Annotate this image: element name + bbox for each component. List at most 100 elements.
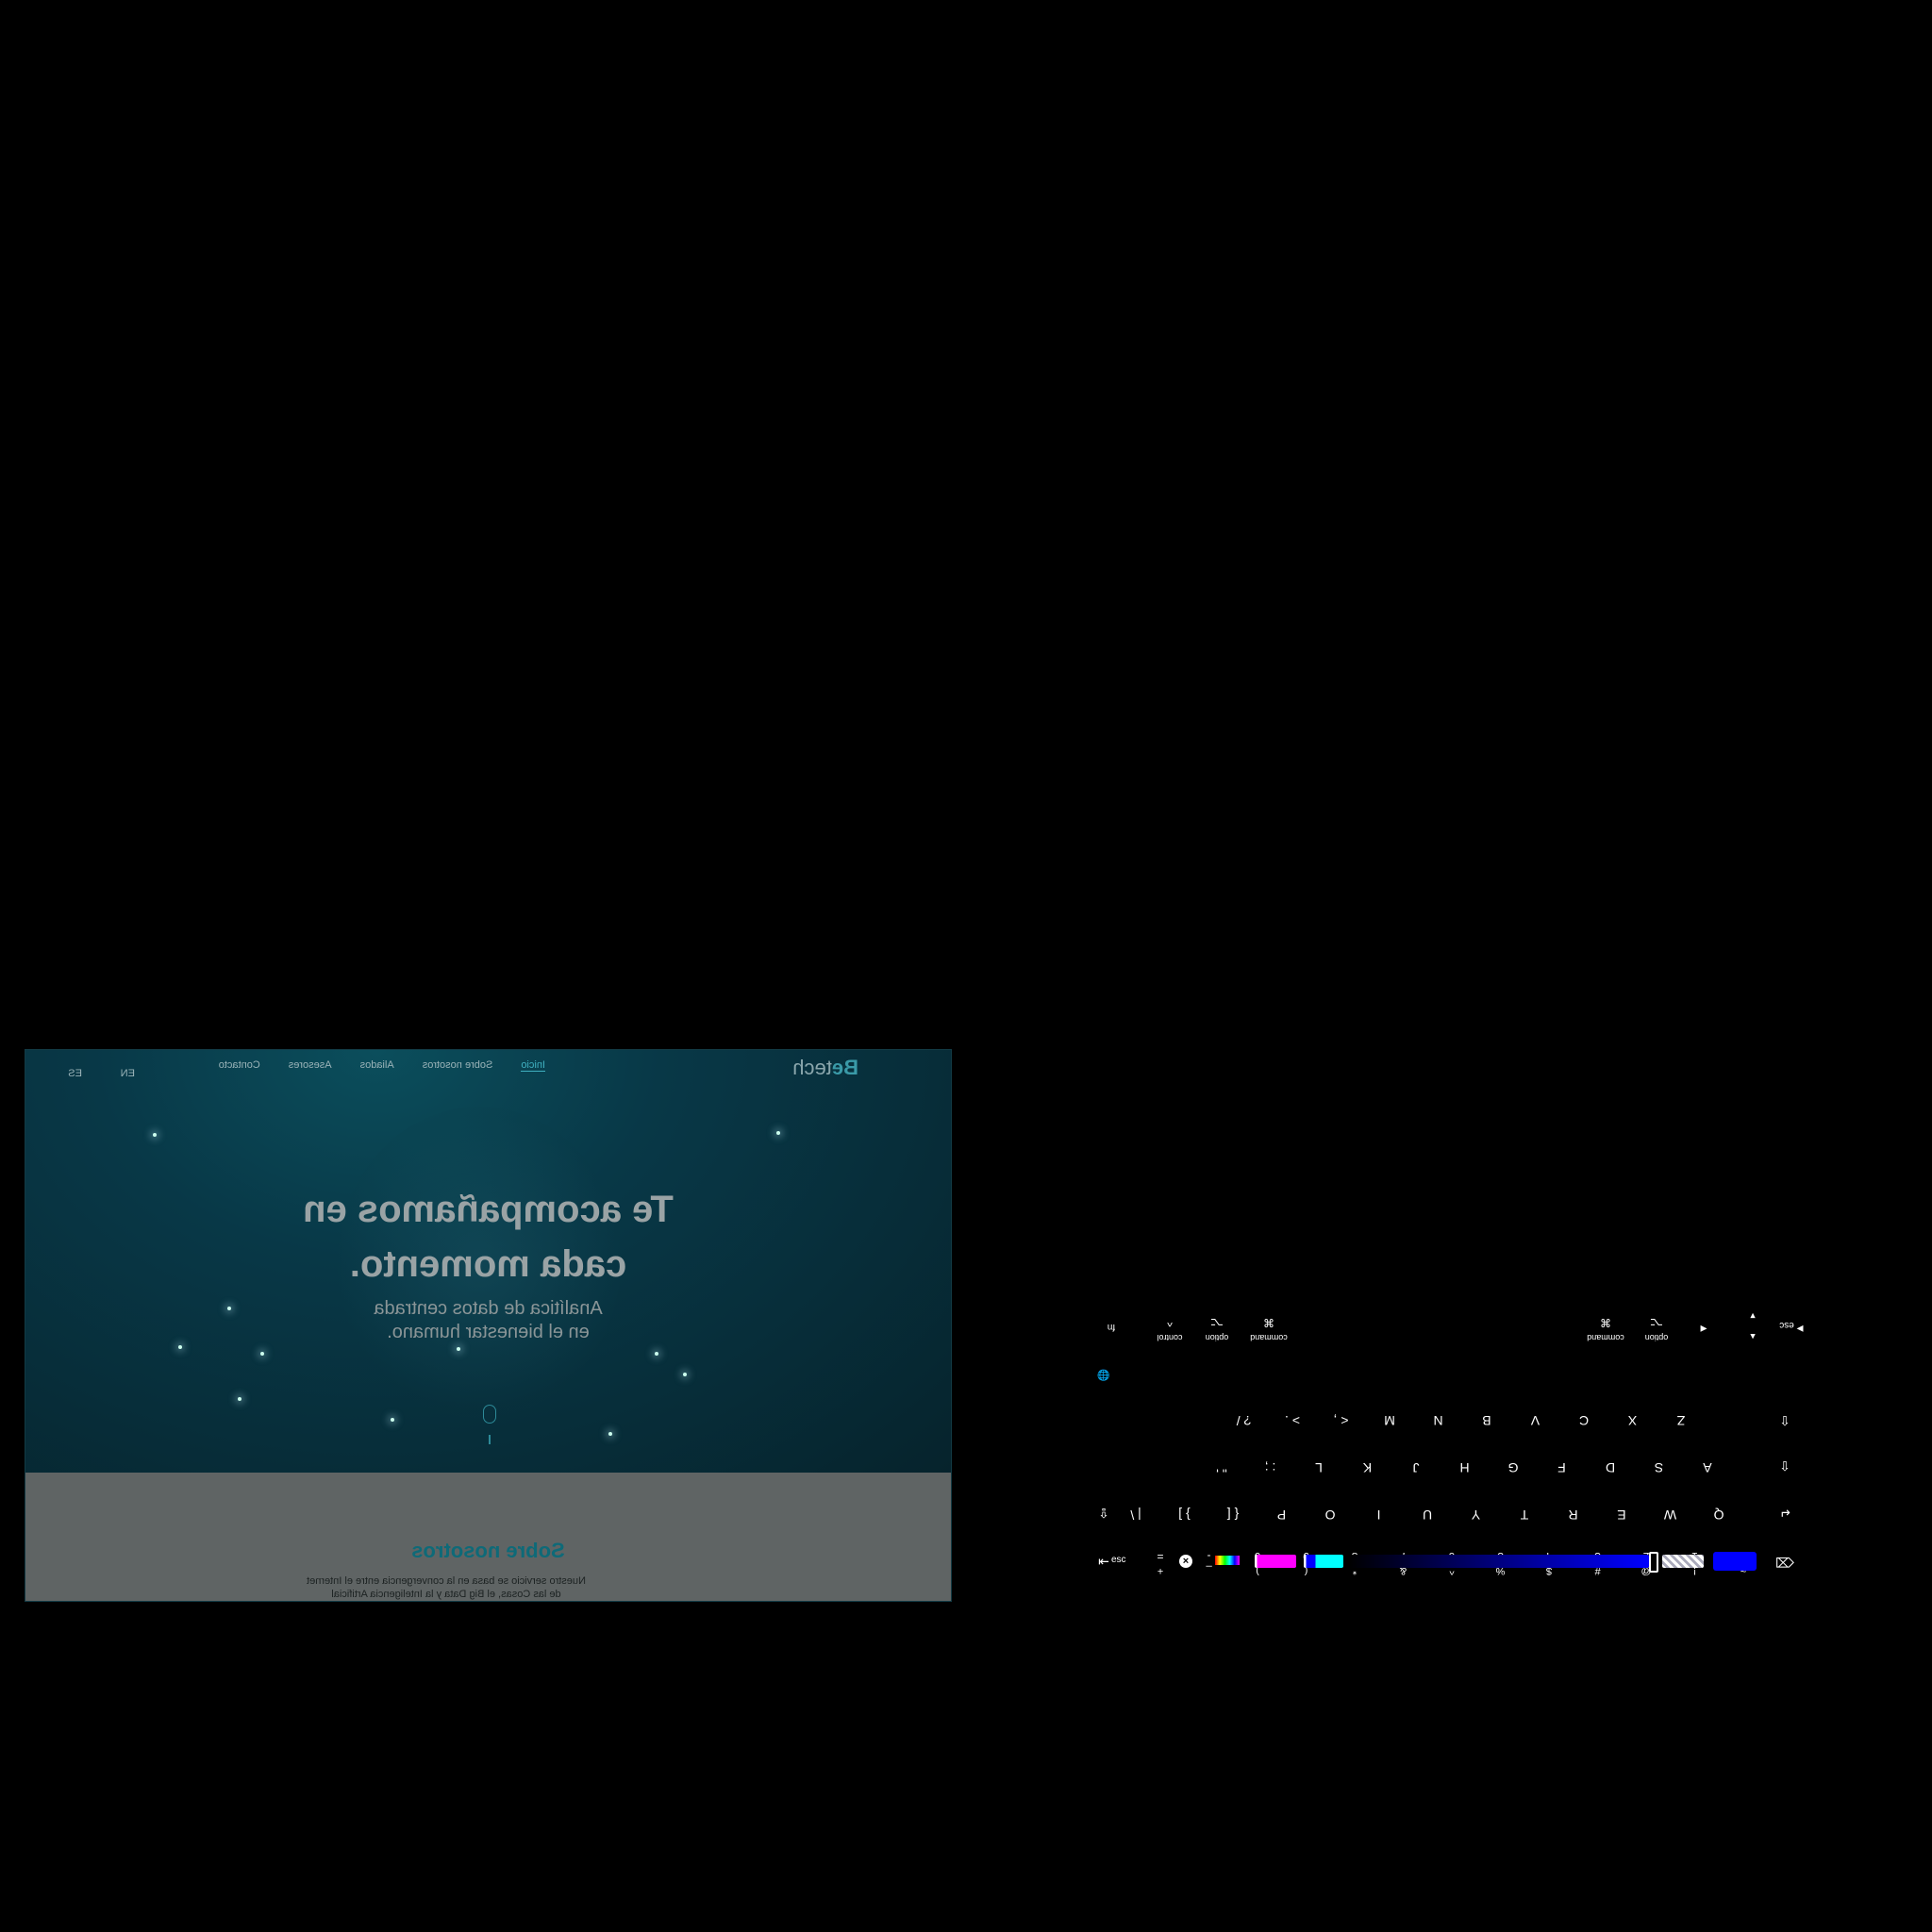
key-label: : ;: [1264, 1460, 1276, 1475]
nav-inicio[interactable]: Inicio: [521, 1059, 545, 1072]
star-decoration: [238, 1397, 242, 1401]
control-key[interactable]: control ^: [1151, 1308, 1189, 1344]
arrow-down-key[interactable]: ▼: [1734, 1295, 1772, 1331]
key-B[interactable]: B: [1468, 1403, 1506, 1439]
key-label: U: [1422, 1507, 1433, 1523]
key-T[interactable]: T: [1506, 1497, 1543, 1533]
globe-key[interactable]: 🌐: [1085, 1356, 1123, 1391]
key-label: < ,: [1333, 1413, 1349, 1428]
option-left-key[interactable]: option ⌥: [1198, 1308, 1236, 1344]
key-U[interactable]: U: [1408, 1497, 1446, 1533]
key-K[interactable]: K: [1349, 1450, 1387, 1486]
key-S[interactable]: S: [1641, 1450, 1678, 1486]
key-label: } ]: [1178, 1507, 1191, 1523]
color-picker-icon[interactable]: [1215, 1556, 1240, 1565]
arrow-right-key[interactable]: ▶: [1781, 1308, 1819, 1344]
command-left-key[interactable]: command ⌘: [1250, 1308, 1288, 1344]
key-G[interactable]: G: [1494, 1450, 1532, 1486]
star-decoration: [776, 1131, 780, 1135]
shift-left-key[interactable]: ⇧: [1766, 1448, 1804, 1484]
key-label: C: [1578, 1413, 1590, 1428]
key-label: D: [1605, 1460, 1616, 1475]
key-sym10sym10sym10[interactable]: { [: [1214, 1497, 1252, 1533]
key-label: M: [1384, 1413, 1395, 1428]
key-J[interactable]: J: [1397, 1450, 1435, 1486]
key-M[interactable]: M: [1371, 1403, 1408, 1439]
esc-toolbar-label[interactable]: esc: [1111, 1555, 1128, 1568]
opacity-slider[interactable]: [1662, 1555, 1704, 1568]
key-Y[interactable]: Y: [1457, 1497, 1495, 1533]
nav-asesores[interactable]: Asesores: [289, 1059, 332, 1072]
key-X[interactable]: X: [1614, 1403, 1652, 1439]
key-A[interactable]: A: [1689, 1450, 1726, 1486]
key-O[interactable]: O: [1311, 1497, 1349, 1533]
key-D[interactable]: D: [1591, 1450, 1629, 1486]
key-label: W: [1663, 1507, 1677, 1523]
option-right-key[interactable]: option ⌥: [1638, 1308, 1675, 1344]
key-P[interactable]: P: [1263, 1497, 1301, 1533]
key-shift-label: +: [1157, 1565, 1164, 1576]
delete-key[interactable]: ⌫: [1766, 1544, 1804, 1580]
key-Q[interactable]: Q: [1700, 1497, 1738, 1533]
key-sym12sym12sym12[interactable]: | \: [1117, 1497, 1155, 1533]
hero-title-line2: cada momento.: [349, 1243, 627, 1285]
star-decoration: [260, 1352, 264, 1356]
key-Z[interactable]: Z: [1662, 1403, 1700, 1439]
key-shift-label: _: [1206, 1565, 1212, 1576]
key-label: R: [1568, 1507, 1578, 1523]
key-H[interactable]: H: [1446, 1450, 1484, 1486]
key-sym10sym10sym10[interactable]: " ': [1203, 1450, 1241, 1486]
key-F[interactable]: F: [1543, 1450, 1581, 1486]
brightness-slider-handle[interactable]: [1649, 1552, 1658, 1573]
key-label: Q: [1713, 1507, 1724, 1523]
key-I[interactable]: I: [1360, 1497, 1398, 1533]
key-label: V: [1530, 1413, 1541, 1428]
scroll-mouse-icon[interactable]: [483, 1405, 496, 1424]
logo[interactable]: Betech: [792, 1056, 858, 1080]
hero-section: Betech Inicio Sobre nosotros Aliados Ase…: [25, 1050, 951, 1473]
arrow-left-key[interactable]: ◀: [1685, 1308, 1723, 1344]
key-sym9sym9sym9[interactable]: : ;: [1252, 1450, 1290, 1486]
return-key[interactable]: ↵: [1766, 1495, 1804, 1531]
key-sym7sym7sym7[interactable]: < ,: [1323, 1403, 1360, 1439]
key-sym9sym9sym9[interactable]: ? /: [1225, 1403, 1263, 1439]
fn-key[interactable]: fn: [1092, 1307, 1130, 1342]
on-screen-keyboard: ~`!1@2#3$4%5^6&7*8(9)0_-+= QWERTYUIOP{ […: [1094, 1307, 1811, 1580]
nav-links: Inicio Sobre nosotros Aliados Asesores C…: [219, 1059, 545, 1072]
key-C[interactable]: C: [1565, 1403, 1603, 1439]
magenta-swatch[interactable]: [1255, 1555, 1296, 1568]
caps-lock-key[interactable]: ⇪: [1085, 1495, 1123, 1531]
key-E[interactable]: E: [1603, 1497, 1641, 1533]
close-icon[interactable]: ×: [1179, 1555, 1192, 1568]
key-W[interactable]: W: [1652, 1497, 1690, 1533]
brightness-slider[interactable]: [1349, 1555, 1649, 1568]
key-V[interactable]: V: [1517, 1403, 1555, 1439]
cyan-swatch[interactable]: [1304, 1555, 1343, 1568]
key-label: Z: [1676, 1413, 1686, 1428]
star-decoration: [391, 1418, 394, 1422]
key-label: T: [1520, 1507, 1529, 1523]
key-=[interactable]: + =: [1141, 1544, 1179, 1580]
nav-aliados[interactable]: Aliados: [360, 1059, 394, 1072]
nav-contacto[interactable]: Contacto: [219, 1059, 260, 1072]
star-decoration: [153, 1133, 157, 1137]
star-decoration: [178, 1345, 182, 1349]
lang-es[interactable]: ES: [68, 1068, 82, 1079]
key-R[interactable]: R: [1555, 1497, 1592, 1533]
hero-subtitle: Analítica de datos centrada en el bienes…: [25, 1297, 951, 1344]
key-label: L: [1315, 1460, 1323, 1475]
nav-sobre-nosotros[interactable]: Sobre nosotros: [423, 1059, 493, 1072]
about-title: Sobre nosotros: [411, 1539, 565, 1562]
current-color-swatch[interactable]: [1713, 1552, 1757, 1571]
lang-en[interactable]: EN: [121, 1068, 135, 1079]
shift-right-key[interactable]: ⇧: [1766, 1403, 1804, 1439]
key-N[interactable]: N: [1420, 1403, 1457, 1439]
key-label: P: [1276, 1507, 1287, 1523]
key-L[interactable]: L: [1300, 1450, 1338, 1486]
key-sym11sym11sym11[interactable]: } ]: [1166, 1497, 1204, 1533]
about-text: Nuestro servicio se basa en la convergen…: [307, 1575, 586, 1600]
hero-title-line1: Te acompañamos en: [303, 1189, 674, 1230]
key-label: H: [1459, 1460, 1470, 1475]
command-right-key[interactable]: command ⌘: [1587, 1308, 1624, 1344]
key-sym8sym8sym8[interactable]: > .: [1274, 1403, 1311, 1439]
